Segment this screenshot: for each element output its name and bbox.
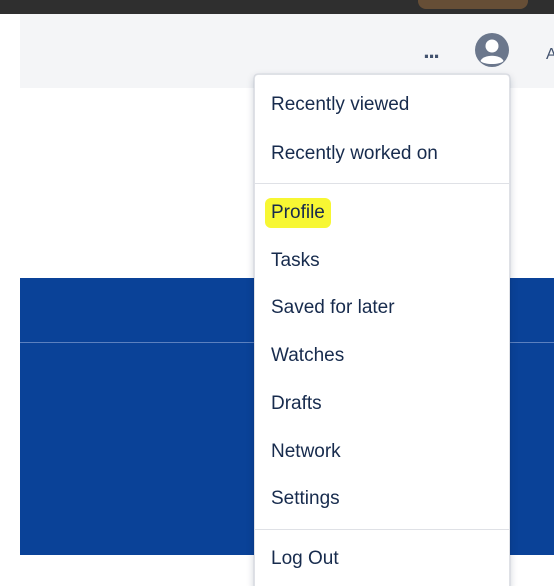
menu-item-log-out[interactable]: Log Out — [271, 542, 343, 576]
menu-item-settings[interactable]: Settings — [271, 482, 344, 516]
more-actions-button[interactable]: ... — [418, 38, 444, 64]
menu-divider — [255, 183, 509, 184]
menu-item-tasks[interactable]: Tasks — [271, 244, 324, 278]
menu-item-drafts[interactable]: Drafts — [271, 387, 326, 421]
menu-item-profile[interactable]: Profile — [265, 196, 331, 230]
header-edge-text: A — [546, 46, 554, 63]
menu-item-saved-for-later[interactable]: Saved for later — [271, 291, 399, 325]
menu-item-network[interactable]: Network — [271, 435, 345, 469]
profile-dropdown-menu: Recently viewed Recently worked on Profi… — [254, 74, 510, 586]
top-bar-accent — [418, 0, 528, 9]
page: ... A Recently viewed Recently worked on… — [0, 0, 554, 586]
menu-divider — [255, 529, 509, 530]
menu-item-label: Recently viewed — [271, 94, 410, 115]
menu-item-label: Network — [271, 441, 341, 462]
menu-item-label: Drafts — [271, 393, 322, 414]
menu-item-label: Recently worked on — [271, 143, 438, 164]
menu-item-label: Settings — [271, 488, 340, 509]
menu-item-label: Watches — [271, 345, 345, 366]
browser-top-bar — [0, 0, 554, 14]
user-avatar-icon — [475, 33, 509, 67]
avatar-button[interactable] — [473, 31, 511, 69]
menu-item-label: Saved for later — [271, 297, 395, 318]
menu-item-label: Log Out — [271, 548, 339, 569]
menu-item-recently-worked-on[interactable]: Recently worked on — [271, 137, 442, 171]
menu-item-label: Tasks — [271, 250, 320, 271]
menu-item-label: Profile — [265, 198, 331, 228]
menu-item-recently-viewed[interactable]: Recently viewed — [271, 88, 413, 122]
menu-item-watches[interactable]: Watches — [271, 339, 348, 373]
